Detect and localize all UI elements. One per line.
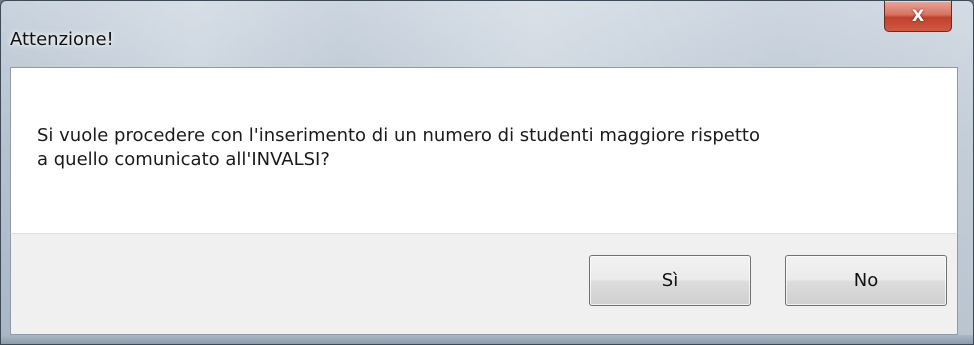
close-button[interactable]: X	[884, 1, 952, 32]
message-area: Si vuole procedere con l'inserimento di …	[10, 67, 958, 233]
button-area: Sì No	[10, 233, 958, 335]
message-line-2: a quello comunicato all'INVALSI?	[37, 149, 330, 170]
window-bottom-border	[1, 335, 973, 344]
dialog-window: Attenzione! X Si vuole procedere con l'i…	[0, 0, 974, 345]
dialog-title: Attenzione!	[10, 29, 114, 50]
yes-button[interactable]: Sì	[589, 255, 751, 306]
title-bar[interactable]: Attenzione! X	[1, 1, 973, 67]
no-button[interactable]: No	[785, 255, 947, 306]
close-icon: X	[911, 6, 925, 25]
dialog-message: Si vuole procedere con l'inserimento di …	[37, 124, 917, 172]
message-line-1: Si vuole procedere con l'inserimento di …	[37, 125, 760, 146]
